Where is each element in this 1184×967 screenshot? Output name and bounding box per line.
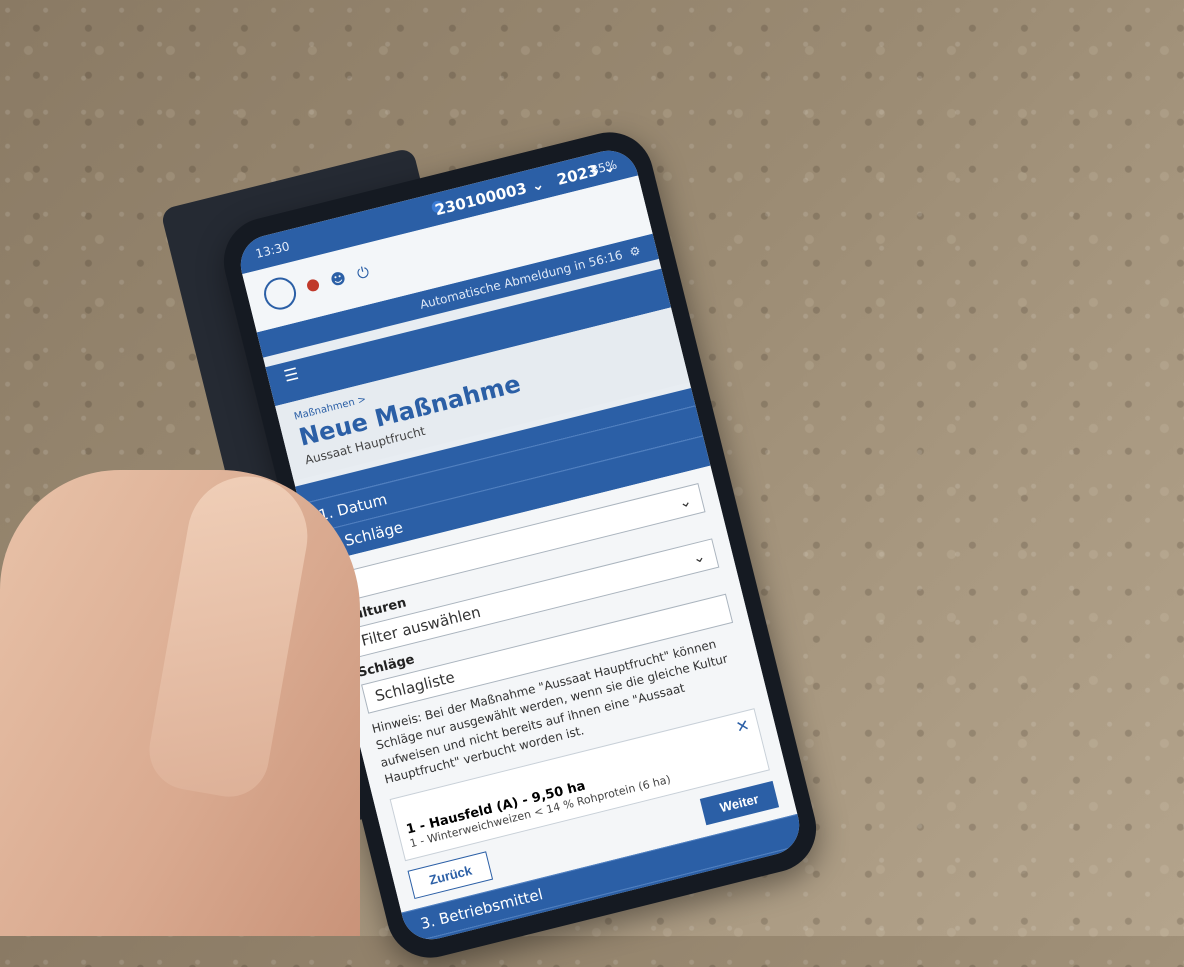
user-icon[interactable]: ☻ [328, 268, 348, 289]
menu-icon[interactable]: ☰ [282, 364, 301, 386]
chevron-down-icon: ⌄ [676, 491, 694, 513]
status-time: 13:30 [254, 239, 292, 262]
next-button[interactable]: Weiter [699, 780, 779, 825]
app-logo [260, 274, 300, 313]
settings-icon[interactable]: ⚙ [624, 243, 642, 260]
close-icon[interactable]: ✕ [734, 715, 752, 737]
home-icon[interactable]: ◯ [613, 930, 635, 946]
power-icon[interactable]: ⏻ [355, 263, 371, 283]
back-icon[interactable]: ‹ [749, 899, 760, 919]
chevron-down-icon: ⌄ [690, 546, 708, 568]
notification-icon[interactable] [305, 278, 321, 293]
